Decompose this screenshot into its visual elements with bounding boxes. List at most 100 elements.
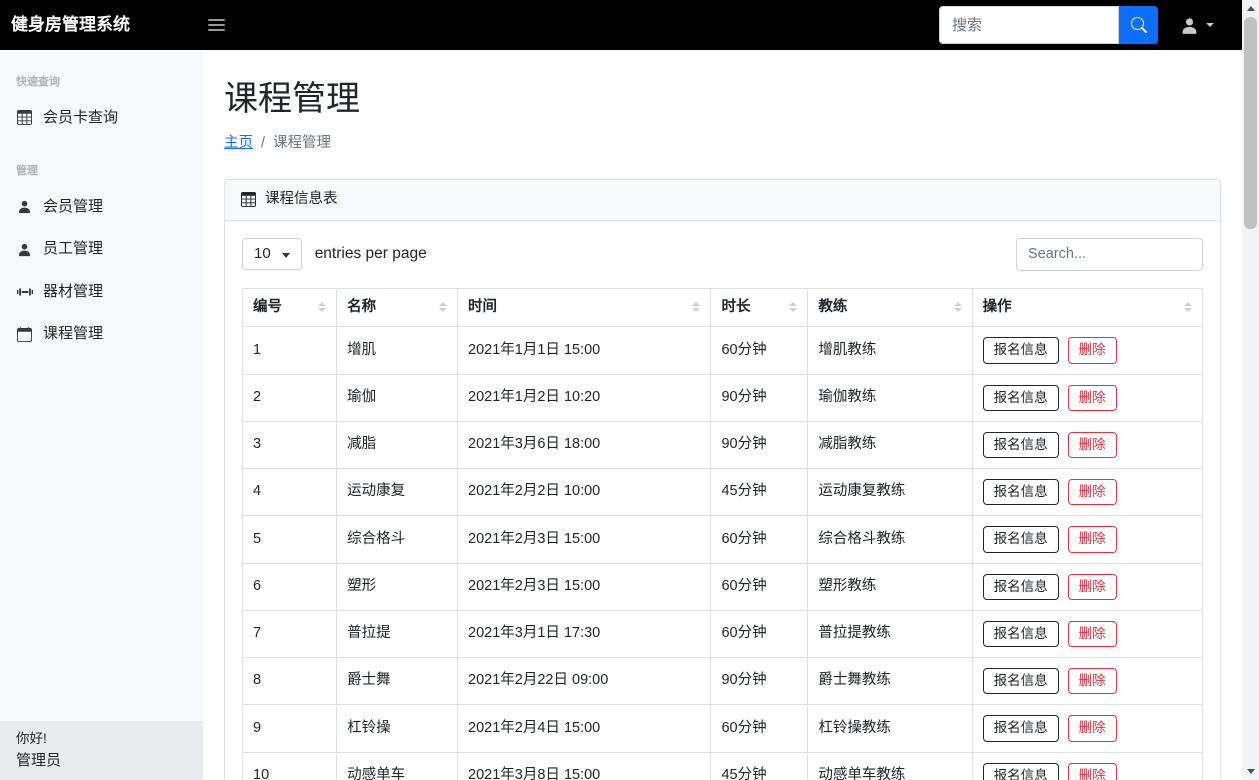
navbar-search-button[interactable] [1119, 6, 1158, 44]
cell-coach: 普拉提教练 [807, 609, 973, 659]
sort-icon [318, 302, 327, 313]
sidebar-item-label: 器材管理 [43, 282, 104, 300]
cell-id: 7 [241, 609, 338, 659]
table-row: 2 瑜伽 2021年1月2日 10:20 90分钟 瑜伽教练 报名信息 删除 [241, 373, 1204, 422]
greeting-text: 你好! [16, 731, 47, 747]
sidebar-item-label: 课程管理 [43, 325, 104, 342]
cell-duration: 90分钟 [710, 656, 809, 706]
card-body: 10 entries per page 编号 名称 时间 时长 [225, 221, 1220, 780]
signup-info-button[interactable]: 报名信息 [982, 573, 1059, 600]
user-menu[interactable] [1180, 16, 1214, 35]
cell-coach: 减脂教练 [807, 420, 973, 470]
delete-button[interactable]: 删除 [1067, 668, 1117, 695]
sidebar-item-member-management[interactable]: 会员管理 [0, 186, 203, 229]
delete-button[interactable]: 删除 [1067, 337, 1117, 364]
cell-id: 8 [241, 656, 338, 706]
delete-button[interactable]: 删除 [1067, 573, 1117, 600]
logged-in-user: 管理员 [16, 751, 62, 769]
signup-info-button[interactable]: 报名信息 [982, 431, 1059, 458]
cell-name: 塑形 [336, 562, 459, 611]
cell-id: 10 [241, 751, 338, 780]
table-body: 1 增肌 2021年1月1日 15:00 60分钟 增肌教练 报名信息 删除 2… [241, 326, 1204, 780]
delete-button[interactable]: 删除 [1067, 715, 1117, 742]
search-icon [1130, 17, 1147, 33]
cell-id: 9 [241, 704, 338, 753]
main-content: 课程管理 主页 / 课程管理 课程信息表 10 entries per page [203, 0, 1242, 780]
column-header-actions[interactable]: 操作 [971, 287, 1204, 328]
sort-icon [953, 302, 962, 313]
signup-info-button[interactable]: 报名信息 [982, 620, 1059, 647]
table-row: 6 塑形 2021年2月3日 15:00 60分钟 塑形教练 报名信息 删除 [241, 562, 1204, 611]
table-row: 3 减脂 2021年3月6日 18:00 90分钟 减脂教练 报名信息 删除 [241, 420, 1204, 470]
delete-button[interactable]: 删除 [1067, 620, 1117, 647]
cell-actions: 报名信息 删除 [971, 373, 1204, 422]
cell-name: 瑜伽 [336, 373, 459, 422]
table-row: 10 动感单车 2021年3月8日 15:00 45分钟 动感单车教练 报名信息… [241, 751, 1204, 780]
signup-info-button[interactable]: 报名信息 [982, 715, 1059, 742]
sidebar-item-member-card-query[interactable]: 会员卡查询 [0, 97, 203, 140]
table-row: 1 增肌 2021年1月1日 15:00 60分钟 增肌教练 报名信息 删除 [241, 326, 1204, 375]
cell-id: 4 [241, 467, 338, 517]
sidebar-item-staff-management[interactable]: 员工管理 [0, 228, 203, 271]
column-header-duration[interactable]: 时长 [710, 287, 809, 328]
staff-icon [16, 242, 33, 257]
delete-button[interactable]: 删除 [1067, 431, 1117, 458]
sidebar-toggle-button[interactable] [198, 13, 235, 37]
entries-per-page-select[interactable]: 10 [242, 237, 302, 271]
scrollbar[interactable] [1242, 0, 1259, 780]
column-header-coach[interactable]: 教练 [807, 287, 973, 328]
signup-info-button[interactable]: 报名信息 [982, 337, 1059, 364]
sidebar-heading-management: 管理 [16, 165, 38, 177]
table-head: 编号 名称 时间 时长 教练 操作 [241, 287, 1204, 328]
breadcrumb-home-link[interactable]: 主页 [224, 133, 253, 155]
cell-time: 2021年3月6日 18:00 [457, 420, 712, 470]
scrollbar-up-arrow[interactable] [1242, 0, 1259, 17]
navbar-search-input[interactable] [939, 6, 1119, 44]
cell-coach: 塑形教练 [807, 562, 973, 611]
cell-coach: 爵士舞教练 [807, 656, 973, 706]
sidebar-item-course-management[interactable]: 课程管理 [0, 313, 203, 356]
cell-actions: 报名信息 删除 [971, 515, 1204, 564]
cell-time: 2021年3月8日 15:00 [457, 751, 712, 780]
cell-coach: 动感单车教练 [807, 751, 973, 780]
card-header: 课程信息表 [225, 179, 1220, 221]
signup-info-button[interactable]: 报名信息 [982, 479, 1059, 506]
cell-name: 增肌 [336, 326, 459, 375]
signup-info-button[interactable]: 报名信息 [982, 526, 1059, 553]
cell-coach: 瑜伽教练 [807, 373, 973, 422]
course-icon [16, 326, 33, 342]
delete-button[interactable]: 删除 [1067, 762, 1117, 780]
column-header-id[interactable]: 编号 [241, 287, 338, 328]
cell-actions: 报名信息 删除 [971, 420, 1204, 470]
top-navbar: 健身房管理系统 [0, 0, 1259, 50]
cell-duration: 90分钟 [710, 373, 809, 422]
signup-info-button[interactable]: 报名信息 [982, 384, 1059, 411]
column-header-time[interactable]: 时间 [457, 287, 712, 328]
cell-name: 普拉提 [336, 609, 459, 659]
entries-per-page-value: 10 [254, 244, 271, 262]
table-row: 9 杠铃操 2021年2月4日 15:00 60分钟 杠铃操教练 报名信息 删除 [241, 704, 1204, 753]
breadcrumb: 主页 / 课程管理 [224, 133, 1221, 155]
sidebar-item-equipment-management[interactable]: 器材管理 [0, 271, 203, 314]
cell-id: 6 [241, 562, 338, 611]
cell-actions: 报名信息 删除 [971, 562, 1204, 611]
cell-coach: 综合格斗教练 [807, 515, 973, 564]
caret-down-icon [1206, 23, 1214, 27]
delete-button[interactable]: 删除 [1067, 526, 1117, 553]
signup-info-button[interactable]: 报名信息 [982, 668, 1059, 695]
table-search-input[interactable] [1016, 237, 1203, 271]
cell-time: 2021年1月2日 10:20 [457, 373, 712, 422]
sidebar: 快速查询 会员卡查询 管理 会员管理 员工管理 器材管理 课程管理 你好! 管理… [0, 50, 203, 780]
column-header-name[interactable]: 名称 [336, 287, 459, 328]
delete-button[interactable]: 删除 [1067, 384, 1117, 411]
menu-icon [208, 19, 225, 21]
courses-table: 编号 名称 时间 时长 教练 操作 1 增肌 2021年1月1日 15:00 6… [241, 287, 1204, 780]
scrollbar-thumb[interactable] [1244, 17, 1257, 229]
scrollbar-down-arrow[interactable] [1242, 763, 1259, 780]
signup-info-button[interactable]: 报名信息 [982, 762, 1059, 780]
sidebar-item-label: 会员卡查询 [43, 108, 119, 126]
cell-duration: 60分钟 [710, 515, 809, 564]
delete-button[interactable]: 删除 [1067, 479, 1117, 506]
cell-duration: 60分钟 [710, 609, 809, 659]
breadcrumb-current: 课程管理 [273, 135, 332, 151]
